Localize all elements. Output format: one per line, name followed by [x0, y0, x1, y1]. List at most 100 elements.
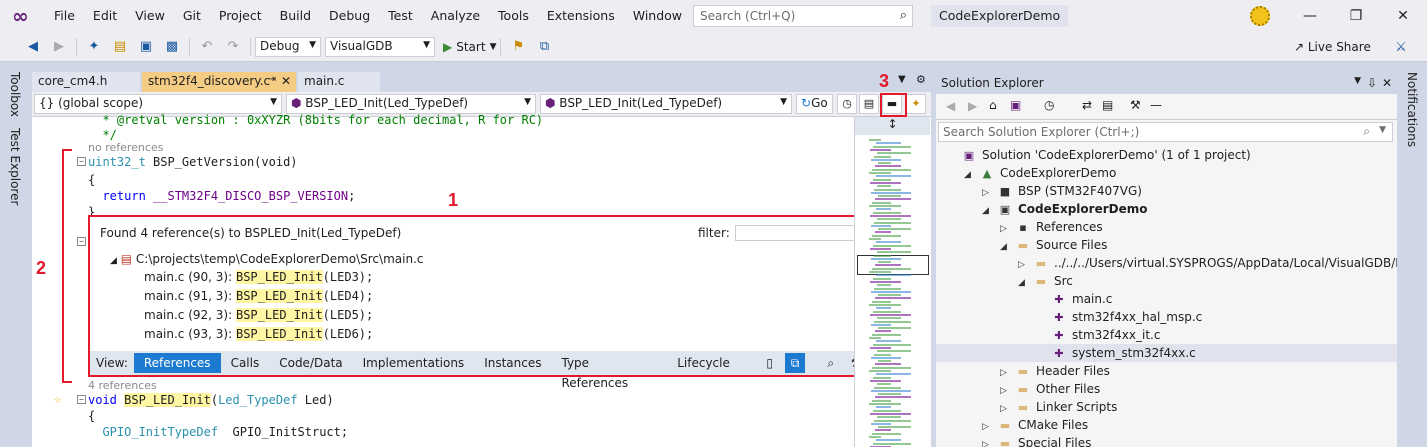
- tab-dropdown-icon[interactable]: ▼: [898, 74, 906, 85]
- menu-item-git[interactable]: Git: [174, 0, 210, 32]
- tree-item[interactable]: ▷ ■ BSP (STM32F407VG): [936, 182, 1397, 200]
- filter-input[interactable]: [735, 225, 855, 241]
- search-icon[interactable]: ⌕: [1363, 124, 1370, 139]
- view-tab-implementations[interactable]: Implementations: [353, 353, 475, 373]
- view-tab-references[interactable]: References: [133, 353, 221, 373]
- solution-search-input[interactable]: Search Solution Explorer (Ctrl+;) ⌕ ▼: [938, 122, 1393, 142]
- chevron-down-icon[interactable]: ◢: [110, 256, 117, 266]
- sync-icon[interactable]: ⇄: [1082, 98, 1092, 112]
- search-icon[interactable]: ⌕: [821, 353, 841, 373]
- document-icon[interactable]: ▯: [760, 353, 780, 373]
- lightbulb-icon[interactable]: ☆: [54, 392, 61, 406]
- collapse-icon[interactable]: −: [77, 237, 86, 246]
- menu-item-test[interactable]: Test: [379, 0, 422, 32]
- menu-item-view[interactable]: View: [126, 0, 174, 32]
- tree-item[interactable]: ▷ ▬ Linker Scripts: [936, 398, 1397, 416]
- reference-row[interactable]: main.c (91, 3): BSP_LED_Init(LED4);: [144, 289, 373, 303]
- tree-item[interactable]: ▷ ▬ Other Files: [936, 380, 1397, 398]
- platform-select[interactable]: VisualGDB ▼: [325, 36, 435, 57]
- view-tab-code-data[interactable]: Code/Data: [269, 353, 352, 373]
- save-all-icon[interactable]: ▩: [161, 36, 183, 58]
- back-icon[interactable]: ◀: [22, 36, 44, 58]
- sync-icon[interactable]: ✦: [906, 94, 926, 114]
- split-icon[interactable]: ↕: [855, 117, 930, 135]
- menu-item-debug[interactable]: Debug: [320, 0, 379, 32]
- view-tab-lifecycle[interactable]: Lifecycle: [667, 353, 740, 373]
- tree-item[interactable]: ◢ ▣ CodeExplorerDemo: [936, 200, 1397, 218]
- test-explorer-tab[interactable]: Test Explorer: [8, 128, 22, 205]
- reference-file-node[interactable]: ◢ ▤ C:\projects\temp\CodeExplorerDemo\Sr…: [110, 252, 423, 266]
- tree-item[interactable]: ▷ ▬ Header Files: [936, 362, 1397, 380]
- forward-icon[interactable]: ▶: [968, 99, 977, 113]
- collapse-icon[interactable]: −: [77, 395, 86, 404]
- code-minimap[interactable]: ↕: [854, 117, 930, 447]
- view-tab-calls[interactable]: Calls: [221, 353, 270, 373]
- configuration-select[interactable]: Debug ▼: [255, 36, 321, 57]
- tree-item[interactable]: ✚ stm32f4xx_hal_msp.c: [936, 308, 1397, 326]
- tree-item[interactable]: ◢ ▬ Source Files: [936, 236, 1397, 254]
- document-icon[interactable]: ▤: [859, 94, 879, 114]
- tree-item[interactable]: ✚ stm32f4xx_it.c: [936, 326, 1397, 344]
- home-icon[interactable]: ⌂: [989, 98, 997, 112]
- tree-item[interactable]: ✚ system_stm32f4xx.c: [936, 344, 1397, 362]
- tree-item[interactable]: ✚ main.c: [936, 290, 1397, 308]
- view-tab-instances[interactable]: Instances: [474, 353, 551, 373]
- switch-views-icon[interactable]: ▣: [1010, 98, 1021, 112]
- tab-stm32f4-discovery[interactable]: stm32f4_discovery.c ⇥ ✕: [142, 72, 296, 92]
- reference-row[interactable]: main.c (93, 3): BSP_LED_Init(LED6);: [144, 327, 373, 341]
- menu-item-analyze[interactable]: Analyze: [422, 0, 489, 32]
- menu-item-edit[interactable]: Edit: [84, 0, 126, 32]
- reference-row[interactable]: main.c (92, 3): BSP_LED_Init(LED5);: [144, 308, 373, 322]
- menu-item-file[interactable]: File: [45, 0, 84, 32]
- new-project-icon[interactable]: ✦: [83, 36, 105, 58]
- browser-link-icon[interactable]: ⧉: [533, 36, 555, 58]
- feedback-icon[interactable]: [1250, 6, 1270, 26]
- notifications-tab[interactable]: Notifications: [1405, 72, 1419, 147]
- tab-core-cm4[interactable]: core_cm4.h: [32, 72, 140, 92]
- search-input[interactable]: Search (Ctrl+Q) ⌕: [693, 5, 913, 27]
- tab-main-c[interactable]: main.c: [298, 72, 380, 92]
- live-share-button[interactable]: ↗ Live Share: [1294, 32, 1371, 62]
- collapsed-icon[interactable]: ▷: [982, 436, 996, 447]
- hot-reload-icon[interactable]: ⚑: [507, 36, 529, 58]
- go-button[interactable]: ↻Go: [796, 94, 833, 114]
- start-debugging-button[interactable]: ▶ Start ▼: [443, 40, 496, 54]
- chevron-down-icon[interactable]: ▼: [1354, 76, 1361, 86]
- menu-item-extensions[interactable]: Extensions: [538, 0, 624, 32]
- forward-icon[interactable]: ▶: [48, 36, 70, 58]
- open-folder-icon[interactable]: ▤: [109, 36, 131, 58]
- history-icon[interactable]: ◷: [1044, 98, 1054, 112]
- menu-item-tools[interactable]: Tools: [489, 0, 538, 32]
- tree-item[interactable]: ▷ ▬ Special Files: [936, 434, 1397, 447]
- collapse-icon[interactable]: −: [77, 157, 86, 166]
- undo-icon[interactable]: ↶: [196, 36, 218, 58]
- minimize-icon[interactable]: —: [1287, 0, 1333, 32]
- back-icon[interactable]: ◀: [946, 99, 955, 113]
- reference-row[interactable]: main.c (90, 3): BSP_LED_Init(LED3);: [144, 270, 373, 284]
- preview-icon[interactable]: —: [1150, 98, 1162, 112]
- pin-icon[interactable]: ⇩: [1367, 76, 1377, 90]
- close-tab-icon[interactable]: ✕: [281, 74, 291, 88]
- close-icon[interactable]: ✕: [1382, 76, 1392, 90]
- menu-item-window[interactable]: Window: [624, 0, 691, 32]
- copy-icon[interactable]: ⧉: [785, 353, 805, 373]
- tree-item[interactable]: ▷ ▬ ../../../Users/virtual.SYSPROGS/AppDat…: [936, 254, 1427, 272]
- tree-item[interactable]: ◢ ▬ Src: [936, 272, 1397, 290]
- menu-item-project[interactable]: Project: [210, 0, 271, 32]
- search-icon[interactable]: ⌕: [900, 8, 907, 23]
- pin-icon[interactable]: ⇥: [268, 74, 276, 85]
- menu-item-build[interactable]: Build: [271, 0, 320, 32]
- properties-icon[interactable]: ⚒: [1130, 98, 1141, 112]
- member-select-2[interactable]: ⬢ BSP_LED_Init(Led_TypeDef) ▼: [540, 94, 792, 114]
- collapse-all-icon[interactable]: ▤: [1102, 98, 1113, 112]
- save-icon[interactable]: ▣: [135, 36, 157, 58]
- tree-item[interactable]: ◢ ▲ CodeExplorerDemo: [936, 164, 1397, 182]
- close-icon[interactable]: ✕: [1380, 0, 1426, 32]
- view-tab-type-references[interactable]: Type References: [551, 353, 667, 390]
- redo-icon[interactable]: ↷: [222, 36, 244, 58]
- stopwatch-icon[interactable]: ◷: [837, 94, 857, 114]
- toolbox-tab[interactable]: Toolbox: [8, 72, 22, 117]
- tree-item[interactable]: ▷ ▪ References: [936, 218, 1397, 236]
- settings-gear-icon[interactable]: ⚙: [916, 73, 926, 86]
- maximize-icon[interactable]: ❐: [1333, 0, 1379, 32]
